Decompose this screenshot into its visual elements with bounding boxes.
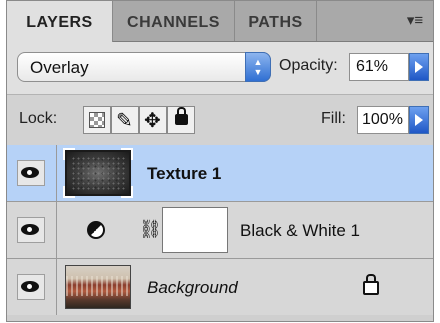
visibility-column xyxy=(7,202,57,258)
tab-paths[interactable]: PATHS xyxy=(235,1,317,41)
adjustment-layer-icon[interactable] xyxy=(87,221,105,239)
lock-all-button[interactable] xyxy=(167,106,195,134)
visibility-toggle[interactable] xyxy=(17,274,45,300)
panel-bottom-edge xyxy=(7,315,433,321)
play-arrow-icon xyxy=(415,114,423,126)
eye-icon xyxy=(21,224,39,235)
lock-position-button[interactable]: ✥ xyxy=(139,106,167,134)
layers-panel: LAYERS CHANNELS PATHS ▾≡ Overlay ▲ ▼ Opac… xyxy=(6,0,434,322)
visibility-column xyxy=(7,145,57,201)
fill-input[interactable]: 100% xyxy=(357,106,409,134)
layer-row-black-white-1[interactable]: ⛓ Black & White 1 xyxy=(7,202,433,259)
layer-row-texture-1[interactable]: Texture 1 xyxy=(7,145,433,202)
blend-mode-select[interactable]: Overlay ▲ ▼ xyxy=(17,52,271,82)
layer-name[interactable]: Texture 1 xyxy=(147,164,221,184)
panel-tab-bar: LAYERS CHANNELS PATHS ▾≡ xyxy=(7,1,433,42)
opacity-slider-button[interactable] xyxy=(409,53,429,81)
layer-thumbnail[interactable] xyxy=(63,148,133,198)
lock-icon xyxy=(363,274,379,295)
opacity-input[interactable]: 61% xyxy=(349,53,409,81)
updown-arrows-icon: ▲ ▼ xyxy=(245,52,271,82)
fill-label: Fill: xyxy=(321,110,346,127)
visibility-column xyxy=(7,259,57,315)
tab-channels[interactable]: CHANNELS xyxy=(113,1,235,41)
link-chain-icon[interactable]: ⛓ xyxy=(139,219,162,240)
opacity-label: Opacity: xyxy=(279,57,338,74)
lock-image-pixels-button[interactable]: ✎ xyxy=(111,106,139,134)
tab-layers[interactable]: LAYERS xyxy=(7,1,113,42)
eye-icon xyxy=(21,167,39,178)
lock-transparent-pixels-button[interactable] xyxy=(83,106,111,134)
blend-mode-value: Overlay xyxy=(30,58,89,77)
panel-menu-icon[interactable]: ▾≡ xyxy=(403,11,427,31)
lock-row: Lock: ✎ ✥ Fill: 100% xyxy=(7,94,433,146)
visibility-toggle[interactable] xyxy=(17,217,45,243)
blend-row: Overlay ▲ ▼ Opacity: 61% xyxy=(7,42,433,94)
visibility-toggle[interactable] xyxy=(17,160,45,186)
layer-mask-thumbnail[interactable] xyxy=(162,207,228,253)
play-arrow-icon xyxy=(415,61,423,73)
checkerboard-icon xyxy=(89,112,105,128)
layer-name[interactable]: Black & White 1 xyxy=(240,221,360,241)
layer-thumbnail[interactable] xyxy=(65,265,131,309)
layer-row-background[interactable]: Background xyxy=(7,259,433,316)
fill-slider-button[interactable] xyxy=(409,106,429,134)
layer-name[interactable]: Background xyxy=(147,278,238,298)
move-icon: ✥ xyxy=(144,110,161,132)
lock-label: Lock: xyxy=(19,110,58,127)
brush-icon: ✎ xyxy=(116,110,133,132)
lock-icon xyxy=(175,107,188,125)
eye-icon xyxy=(21,281,39,292)
